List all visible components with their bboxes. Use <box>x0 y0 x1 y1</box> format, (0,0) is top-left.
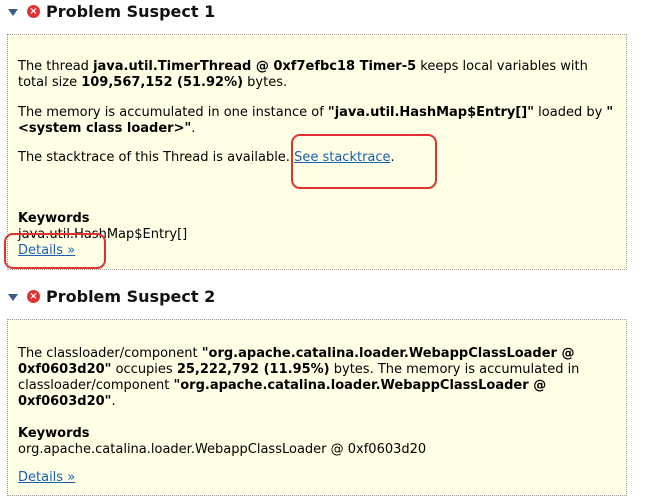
suspect-1-details: Details » <box>18 243 618 259</box>
suspect-1-panel: The thread java.util.TimerThread @ 0xf7e… <box>7 34 627 270</box>
expand-triangle-icon[interactable] <box>8 9 18 16</box>
error-icon: × <box>27 5 40 18</box>
suspect-2-details: Details » <box>18 470 618 486</box>
see-stacktrace-link[interactable]: See stacktrace <box>294 150 390 165</box>
suspect-2-description: The classloader/component "org.apache.ca… <box>18 346 580 409</box>
suspect-1-header[interactable]: × Problem Suspect 1 <box>8 2 215 21</box>
suspect-2-title: Problem Suspect 2 <box>46 287 216 306</box>
suspect-2-keywords-value: org.apache.catalina.loader.WebappClassLo… <box>18 442 427 457</box>
suspect-2-header[interactable]: × Problem Suspect 2 <box>8 287 215 306</box>
suspect-1-keywords-value: java.util.HashMap$Entry[] <box>18 227 188 242</box>
suspect-1-details-link[interactable]: Details » <box>18 243 75 258</box>
suspect-1-thread-text: The thread java.util.TimerThread @ 0xf7e… <box>18 59 588 90</box>
suspect-1-title: Problem Suspect 1 <box>46 2 216 21</box>
suspect-1-keywords-label: Keywords <box>18 211 90 226</box>
suspect-2-panel: The classloader/component "org.apache.ca… <box>7 319 627 496</box>
suspect-2-keywords-label: Keywords <box>18 426 90 441</box>
suspect-2-details-link[interactable]: Details » <box>18 470 75 485</box>
error-icon: × <box>27 290 40 303</box>
suspect-1-stacktrace-text: The stacktrace of this Thread is availab… <box>18 150 395 165</box>
expand-triangle-icon[interactable] <box>8 294 18 301</box>
suspect-1-memory-text: The memory is accumulated in one instanc… <box>18 105 614 136</box>
